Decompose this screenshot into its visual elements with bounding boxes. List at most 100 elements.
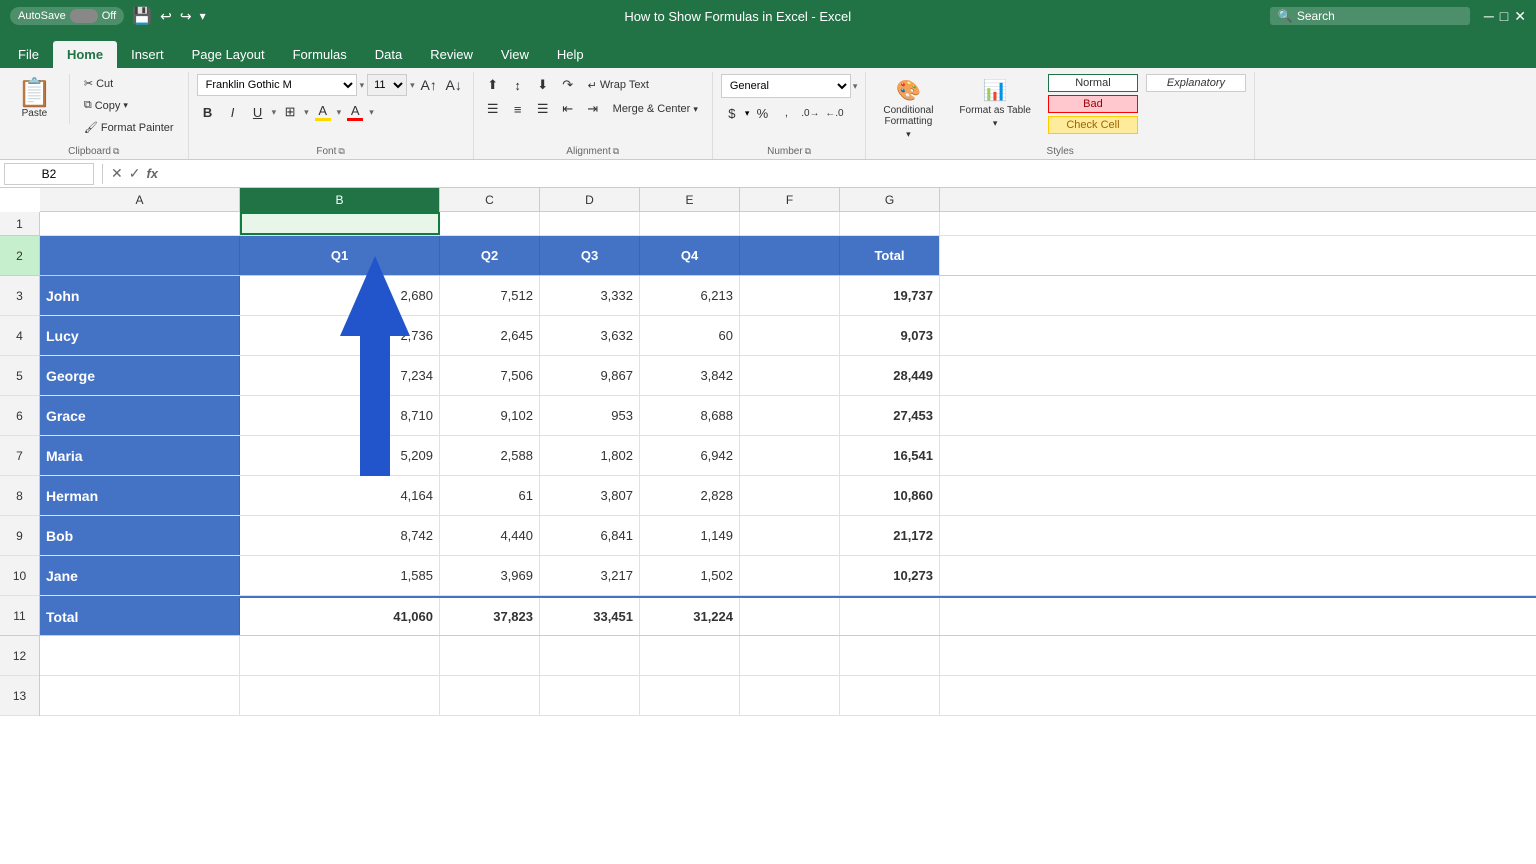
cell-f8[interactable] [740, 476, 840, 515]
cell-e7[interactable]: 6,942 [640, 436, 740, 475]
copy-dropdown-icon[interactable]: ▾ [123, 100, 128, 111]
cell-g4[interactable]: 9,073 [840, 316, 940, 355]
cell-e9[interactable]: 1,149 [640, 516, 740, 555]
cell-d5[interactable]: 9,867 [540, 356, 640, 395]
comma-button[interactable]: , [775, 102, 797, 124]
style-check-cell[interactable]: Check Cell [1048, 116, 1138, 134]
formula-input[interactable] [162, 167, 1532, 181]
cell-d11[interactable]: 33,451 [540, 598, 640, 635]
cell-c9[interactable]: 4,440 [440, 516, 540, 555]
cell-a13[interactable] [40, 676, 240, 715]
tab-data[interactable]: Data [361, 41, 416, 68]
borders-button[interactable]: ⊞ [279, 101, 301, 123]
increase-indent-button[interactable]: ⇥ [582, 98, 604, 120]
cell-a8[interactable]: Herman [40, 476, 240, 515]
cell-c7[interactable]: 2,588 [440, 436, 540, 475]
currency-dropdown[interactable]: ▾ [745, 108, 750, 119]
fill-color-dropdown[interactable]: ▾ [337, 107, 342, 118]
style-bad[interactable]: Bad [1048, 95, 1138, 113]
align-top-button[interactable]: ⬆ [482, 74, 504, 96]
italic-button[interactable]: I [222, 101, 244, 123]
format-table-dropdown[interactable]: ▾ [993, 118, 998, 129]
cell-d6[interactable]: 953 [540, 396, 640, 435]
align-bottom-button[interactable]: ⬇ [532, 74, 554, 96]
cell-g7[interactable]: 16,541 [840, 436, 940, 475]
cell-a12[interactable] [40, 636, 240, 675]
cell-a3[interactable]: John [40, 276, 240, 315]
cut-button[interactable]: ✂ Cut [78, 74, 180, 93]
percent-button[interactable]: % [751, 102, 773, 124]
cell-b9[interactable]: 8,742 [240, 516, 440, 555]
cell-c4[interactable]: 2,645 [440, 316, 540, 355]
cell-e5[interactable]: 3,842 [640, 356, 740, 395]
style-normal[interactable]: Normal [1048, 74, 1138, 92]
bold-button[interactable]: B [197, 101, 219, 123]
font-color-button[interactable]: A [344, 101, 366, 123]
align-right-button[interactable]: ☰ [532, 98, 554, 120]
cell-g2[interactable]: Total [840, 236, 940, 275]
cell-g9[interactable]: 21,172 [840, 516, 940, 555]
cell-c5[interactable]: 7,506 [440, 356, 540, 395]
tab-insert[interactable]: Insert [117, 41, 178, 68]
cell-c1[interactable] [440, 212, 540, 235]
search-box[interactable]: 🔍 Search [1270, 7, 1470, 25]
redo-icon[interactable]: ↪ [180, 8, 192, 25]
cell-a11[interactable]: Total [40, 598, 240, 635]
align-center-button[interactable]: ≡ [507, 98, 529, 120]
cancel-formula-icon[interactable]: ✕ [111, 165, 123, 182]
cell-b12[interactable] [240, 636, 440, 675]
cell-e2[interactable]: Q4 [640, 236, 740, 275]
style-explanatory[interactable]: Explanatory [1146, 74, 1246, 92]
font-dropdown-icon[interactable]: ▾ [360, 80, 365, 91]
cell-d2[interactable]: Q3 [540, 236, 640, 275]
merge-center-dropdown[interactable]: ▾ [693, 104, 698, 115]
cell-a5[interactable]: George [40, 356, 240, 395]
currency-button[interactable]: $ [721, 102, 743, 124]
decrease-indent-button[interactable]: ⇤ [557, 98, 579, 120]
cell-f4[interactable] [740, 316, 840, 355]
tab-file[interactable]: File [4, 41, 53, 68]
cell-f2[interactable] [740, 236, 840, 275]
cell-f7[interactable] [740, 436, 840, 475]
decrease-decimal-button[interactable]: ←.0 [823, 102, 845, 124]
cell-g10[interactable]: 10,273 [840, 556, 940, 595]
cell-a2[interactable] [40, 236, 240, 275]
cell-c13[interactable] [440, 676, 540, 715]
align-left-button[interactable]: ☰ [482, 98, 504, 120]
wrap-text-button[interactable]: ↵ Wrap Text [582, 76, 655, 95]
cell-e11[interactable]: 31,224 [640, 598, 740, 635]
cell-e6[interactable]: 8,688 [640, 396, 740, 435]
cell-f10[interactable] [740, 556, 840, 595]
cell-g11[interactable] [840, 598, 940, 635]
tab-home[interactable]: Home [53, 41, 117, 68]
tab-formulas[interactable]: Formulas [279, 41, 361, 68]
cell-b8[interactable]: 4,164 [240, 476, 440, 515]
cell-c8[interactable]: 61 [440, 476, 540, 515]
cell-a7[interactable]: Maria [40, 436, 240, 475]
cell-e1[interactable] [640, 212, 740, 235]
cell-b2[interactable]: Q1 [240, 236, 440, 275]
tab-page-layout[interactable]: Page Layout [178, 41, 279, 68]
number-expand-icon[interactable]: ⧉ [805, 146, 811, 157]
cell-f5[interactable] [740, 356, 840, 395]
cell-f9[interactable] [740, 516, 840, 555]
cell-c2[interactable]: Q2 [440, 236, 540, 275]
tab-review[interactable]: Review [416, 41, 487, 68]
cell-b5[interactable]: 7,234 [240, 356, 440, 395]
cell-c10[interactable]: 3,969 [440, 556, 540, 595]
underline-dropdown[interactable]: ▾ [272, 107, 277, 118]
cell-e8[interactable]: 2,828 [640, 476, 740, 515]
cell-b7[interactable]: 5,209 [240, 436, 440, 475]
number-format-select[interactable]: General [721, 74, 851, 98]
copy-button[interactable]: ⧉ Copy ▾ [78, 96, 180, 115]
customize-icon[interactable]: ▾ [200, 9, 206, 23]
undo-icon[interactable]: ↩ [160, 8, 172, 25]
minimize-btn[interactable]: ─ [1484, 8, 1494, 24]
cell-b10[interactable]: 1,585 [240, 556, 440, 595]
cell-c12[interactable] [440, 636, 540, 675]
cell-d8[interactable]: 3,807 [540, 476, 640, 515]
cell-e12[interactable] [640, 636, 740, 675]
cell-g13[interactable] [840, 676, 940, 715]
cell-e3[interactable]: 6,213 [640, 276, 740, 315]
cell-f1[interactable] [740, 212, 840, 235]
